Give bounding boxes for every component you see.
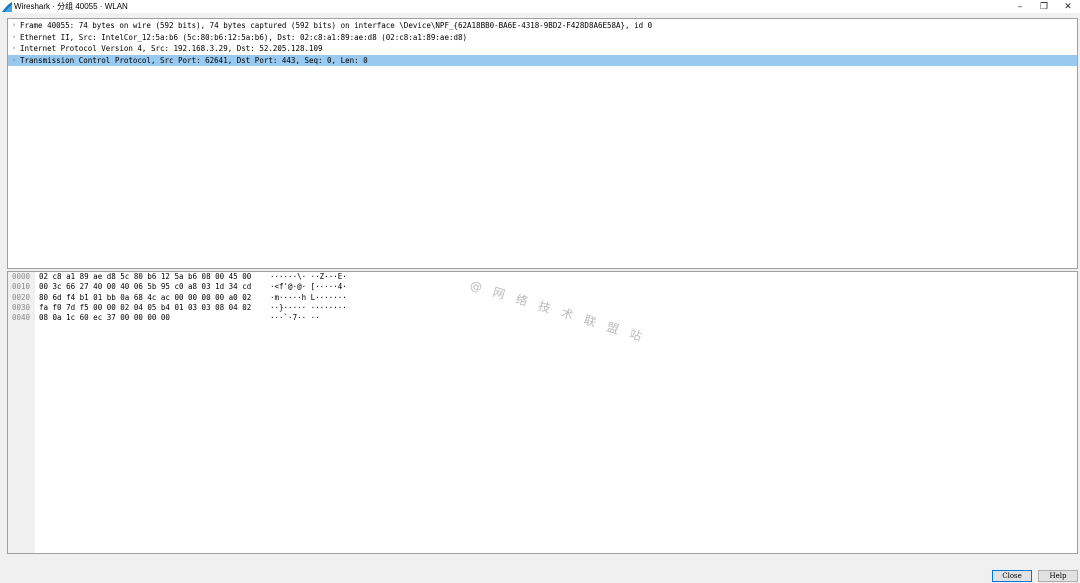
- tree-row-label: Internet Protocol Version 4, Src: 192.16…: [20, 44, 323, 53]
- hex-ascii[interactable]: ··}····· ········: [270, 303, 347, 313]
- tree-row-label: Ethernet II, Src: IntelCor_12:5a:b6 (5c:…: [20, 32, 468, 42]
- tree-row-ipv4[interactable]: › Internet Protocol Version 4, Src: 192.…: [8, 43, 1077, 54]
- hex-ascii[interactable]: ···`·7·· ··: [270, 313, 320, 323]
- title-bar: Wireshark · 分组 40055 · WLAN – ❐ ✕: [0, 0, 1080, 13]
- help-button[interactable]: Help: [1038, 570, 1078, 582]
- expand-arrow-icon[interactable]: ›: [10, 43, 18, 54]
- wireshark-logo-icon: [2, 2, 12, 12]
- packet-details-tree[interactable]: › Frame 40055: 74 bytes on wire (592 bit…: [7, 18, 1078, 269]
- hex-ascii[interactable]: ·m·····h L·······: [270, 293, 347, 303]
- hex-offset: 0000: [12, 272, 31, 281]
- hex-offset: 0040: [12, 313, 31, 323]
- hex-offset: 0010: [12, 282, 31, 292]
- expand-arrow-icon[interactable]: ›: [10, 55, 18, 66]
- restore-icon: ❐: [1039, 1, 1049, 12]
- tree-row-ethernet[interactable]: › Ethernet II, Src: IntelCor_12:5a:b6 (5…: [8, 32, 1077, 43]
- minimize-icon: –: [1017, 1, 1023, 12]
- window-title: Wireshark · 分组 40055 · WLAN: [14, 2, 128, 11]
- expand-arrow-icon[interactable]: ›: [10, 32, 18, 43]
- hex-bytes[interactable]: fa f0 7d f5 00 00 02 04 05 b4 01 03 03 0…: [39, 303, 251, 313]
- restore-button[interactable]: ❐: [1032, 0, 1056, 13]
- minimize-button[interactable]: –: [1008, 0, 1032, 13]
- hex-ascii[interactable]: ·<f'@·@· [·····4·: [270, 282, 347, 292]
- hex-ascii[interactable]: ······\· ··Z···E·: [270, 272, 347, 282]
- tree-row-label: Transmission Control Protocol, Src Port:…: [20, 55, 368, 65]
- expand-arrow-icon[interactable]: ›: [10, 20, 18, 31]
- hex-bytes[interactable]: 80 6d f4 b1 01 bb 0a 68 4c ac 00 00 00 0…: [39, 293, 251, 303]
- hex-bytes[interactable]: 08 0a 1c 60 ec 37 00 00 00 00: [39, 313, 170, 323]
- close-window-button[interactable]: ✕: [1056, 0, 1080, 13]
- close-button[interactable]: Close: [992, 570, 1032, 582]
- hex-bytes[interactable]: 00 3c 66 27 40 00 40 06 5b 95 c0 a8 03 1…: [39, 282, 251, 292]
- tree-row-frame[interactable]: › Frame 40055: 74 bytes on wire (592 bit…: [8, 20, 1077, 31]
- hex-bytes[interactable]: 02 c8 a1 89 ae d8 5c 80 b6 12 5a b6 08 0…: [39, 272, 251, 282]
- tree-row-tcp[interactable]: › Transmission Control Protocol, Src Por…: [8, 54, 1077, 66]
- tree-row-label: Frame 40055: 74 bytes on wire (592 bits)…: [20, 21, 653, 30]
- window-controls: – ❐ ✕: [1008, 0, 1080, 13]
- hex-offset: 0020: [12, 292, 31, 302]
- close-icon: ✕: [1064, 1, 1072, 12]
- hex-offset: 0030: [12, 302, 31, 312]
